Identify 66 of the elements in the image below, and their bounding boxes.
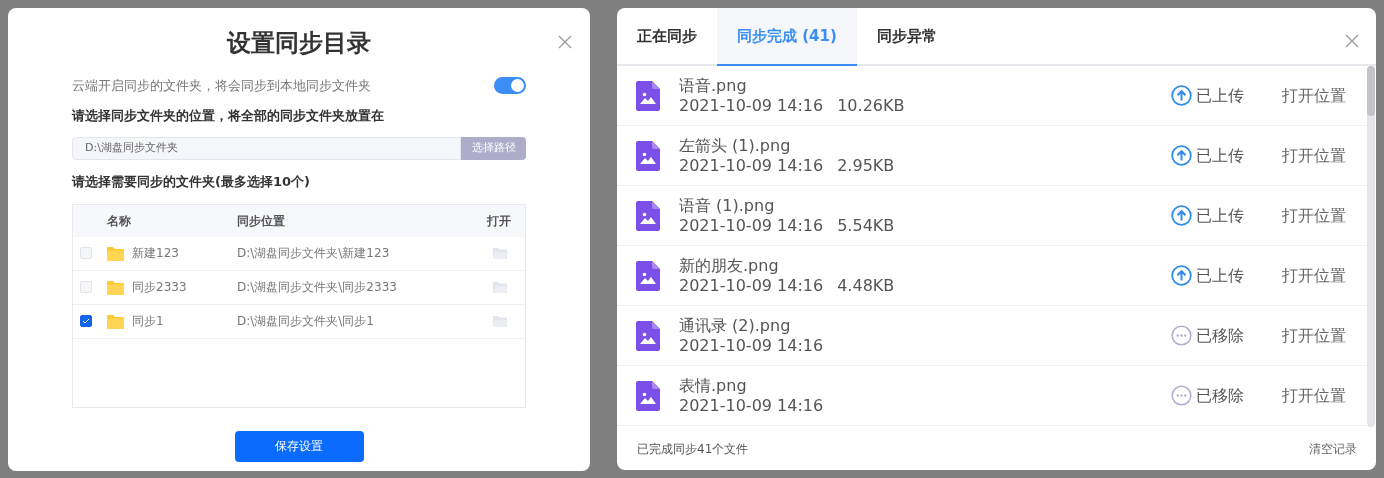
close-icon[interactable] — [1345, 34, 1359, 48]
tab[interactable]: 同步异常 — [856, 8, 957, 66]
file-status: 已上传 — [1196, 144, 1244, 167]
folder-icon — [107, 279, 124, 295]
tab[interactable]: 正在同步 — [617, 8, 717, 66]
folder-icon — [107, 313, 124, 329]
column-header: 打开 — [487, 212, 511, 230]
file-time: 2021-10-09 14:16 — [679, 155, 824, 176]
open-location-link[interactable]: 打开位置 — [1282, 83, 1346, 108]
file-status: 已上传 — [1196, 84, 1244, 107]
file-size: 10.26KB — [837, 95, 905, 116]
file-status: 已移除 — [1196, 324, 1244, 347]
file-name: 语音.png — [679, 75, 748, 96]
row-checkbox[interactable] — [80, 315, 92, 327]
image-file-icon — [636, 320, 660, 351]
file-name: 通讯录 (2).png — [679, 315, 792, 336]
open-location-link[interactable]: 打开位置 — [1282, 383, 1346, 408]
open-location-link[interactable]: 打开位置 — [1282, 323, 1346, 348]
image-file-icon — [636, 80, 660, 111]
file-name: 语音 (1).png — [679, 195, 776, 216]
checkmark-icon — [82, 318, 90, 324]
path-field[interactable]: D:\湖盘同步文件夹 — [72, 137, 461, 160]
file-time: 2021-10-09 14:16 — [679, 335, 824, 356]
folder-name: 同步1 — [132, 313, 165, 330]
file-name: 新的朋友.png — [679, 255, 780, 276]
image-file-icon — [636, 380, 660, 411]
folder-location: D:\湖盘同步文件夹\同步1 — [237, 313, 375, 330]
file-size: 5.54KB — [837, 215, 895, 236]
close-icon[interactable] — [558, 35, 572, 49]
cloud-sync-toggle[interactable] — [494, 77, 526, 95]
folder-icon[interactable] — [493, 315, 508, 327]
column-header: 同步位置 — [237, 212, 286, 230]
folders-label: 请选择需要同步的文件夹(最多选择10个) — [72, 173, 311, 191]
folder-name: 新建123 — [132, 245, 180, 262]
file-time: 2021-10-09 14:16 — [679, 215, 824, 236]
open-location-link[interactable]: 打开位置 — [1282, 203, 1346, 228]
file-time: 2021-10-09 14:16 — [679, 95, 824, 116]
open-location-link[interactable]: 打开位置 — [1282, 263, 1346, 288]
sync-summary: 已完成同步41个文件 — [637, 440, 749, 458]
location-label: 请选择同步文件夹的位置，将全部的同步文件夹放置在 — [72, 106, 385, 125]
file-time: 2021-10-09 14:16 — [679, 275, 824, 296]
folder-icon[interactable] — [493, 247, 508, 259]
clear-records-link[interactable]: 清空记录 — [1309, 439, 1357, 458]
cloud-sync-label: 云端开启同步的文件夹，将会同步到本地同步文件夹 — [72, 77, 371, 95]
dialog-title: 设置同步目录 — [225, 28, 372, 58]
file-name: 左箭头 (1).png — [679, 135, 792, 156]
column-header: 名称 — [107, 212, 132, 230]
folder-icon[interactable] — [493, 281, 508, 293]
open-location-link[interactable]: 打开位置 — [1282, 143, 1346, 168]
tab[interactable]: 同步完成 (41) — [717, 8, 857, 66]
save-settings-button[interactable]: 保存设置 — [234, 430, 364, 462]
file-status: 已上传 — [1196, 204, 1244, 227]
file-status: 已上传 — [1196, 264, 1244, 287]
image-file-icon — [636, 260, 660, 291]
scrollbar[interactable] — [1367, 66, 1375, 427]
file-size: 4.48KB — [837, 275, 895, 296]
file-size: 2.95KB — [837, 155, 895, 176]
folder-icon — [107, 245, 124, 261]
file-status: 已移除 — [1196, 384, 1244, 407]
file-name: 表情.png — [679, 375, 748, 396]
file-time: 2021-10-09 14:16 — [679, 395, 824, 416]
folder-name: 同步2333 — [132, 279, 188, 296]
image-file-icon — [636, 140, 660, 171]
image-file-icon — [636, 200, 660, 231]
folder-location: D:\湖盘同步文件夹\新建123 — [237, 245, 391, 262]
folder-location: D:\湖盘同步文件夹\同步2333 — [237, 279, 398, 296]
